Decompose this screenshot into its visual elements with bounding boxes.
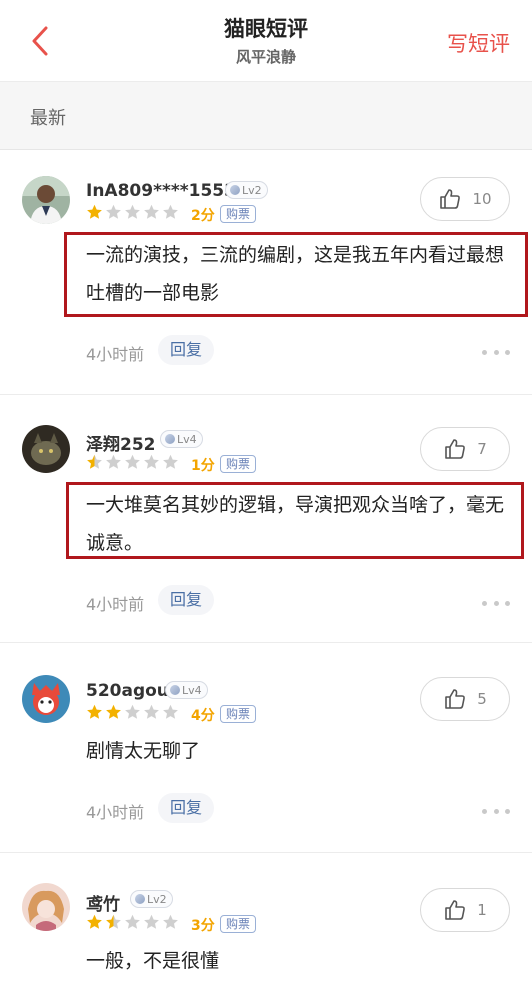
rating-stars (86, 454, 179, 470)
back-button[interactable] (26, 24, 58, 58)
star-icon (125, 204, 140, 219)
more-options-button[interactable] (482, 804, 510, 818)
star-icon (144, 704, 159, 719)
like-count: 7 (477, 440, 487, 458)
star-icon (144, 454, 159, 469)
purchased-tag: 购票 (220, 205, 257, 223)
sort-latest-label[interactable]: 最新 (30, 104, 66, 130)
review-time: 4小时前 (86, 595, 145, 614)
rating-stars (86, 914, 179, 930)
rating-score: 4分 (191, 708, 215, 724)
thumbs-up-icon (445, 439, 466, 459)
level-badge: Lv4 (160, 430, 203, 448)
review-item: 鸢竹 Lv2 3分 购票 1 一般，不是很懂 (0, 853, 532, 1000)
level-badge: Lv2 (130, 890, 173, 908)
star-icon (163, 204, 178, 219)
like-button[interactable]: 7 (420, 427, 510, 471)
avatar[interactable] (22, 425, 70, 473)
thumbs-up-icon (440, 189, 461, 209)
star-icon (163, 914, 178, 929)
star-icon (125, 704, 140, 719)
avatar[interactable] (22, 883, 70, 931)
rating-stars (86, 704, 179, 720)
like-button[interactable]: 1 (420, 888, 510, 932)
purchased-tag: 购票 (220, 915, 257, 933)
purchased-tag: 购票 (220, 705, 257, 723)
level-badge: Lv4 (165, 681, 208, 699)
star-icon (144, 204, 159, 219)
level-icon (135, 894, 145, 904)
review-item: InA809****1553 Lv2 2分 购票 10 一流的演技，三流的编剧，… (0, 150, 532, 395)
star-icon (125, 454, 140, 469)
star-icon (106, 914, 121, 929)
avatar[interactable] (22, 675, 70, 723)
sort-bar: 最新 (0, 82, 532, 150)
reply-button[interactable]: 回复 (158, 585, 214, 615)
thumbs-up-icon (445, 689, 466, 709)
more-options-button[interactable] (482, 345, 510, 359)
thumbs-up-icon (445, 900, 466, 920)
avatar[interactable] (22, 176, 70, 224)
more-options-button[interactable] (482, 596, 510, 610)
username[interactable]: 520agou (86, 681, 169, 701)
level-icon (170, 685, 180, 695)
star-icon (87, 704, 102, 719)
top-bar: 猫眼短评 风平浪静 写短评 (0, 0, 532, 82)
reply-button[interactable]: 回复 (158, 793, 214, 823)
username[interactable]: 鸢竹 (86, 890, 120, 915)
highlight-box (64, 232, 528, 317)
rating-score: 1分 (191, 458, 215, 474)
star-icon (163, 454, 178, 469)
star-icon (87, 454, 102, 469)
level-badge: Lv2 (225, 181, 268, 199)
username[interactable]: 泽翔252 (86, 430, 156, 455)
review-item: 泽翔252 Lv4 1分 购票 7 一大堆莫名其妙的逻辑，导演把观众当啥了，毫无… (0, 395, 532, 643)
review-time: 4小时前 (86, 803, 145, 822)
like-button[interactable]: 5 (420, 677, 510, 721)
review-time: 4小时前 (86, 345, 145, 364)
write-review-button[interactable]: 写短评 (447, 28, 510, 58)
rating-score: 3分 (191, 918, 215, 934)
star-icon (163, 704, 178, 719)
star-icon (87, 204, 102, 219)
username[interactable]: InA809****1553 (86, 181, 236, 201)
highlight-box (66, 482, 524, 559)
star-icon (106, 454, 121, 469)
reply-button[interactable]: 回复 (158, 335, 214, 365)
review-content: 剧情太无聊了 (86, 740, 201, 762)
chevron-left-icon (32, 26, 48, 56)
like-count: 5 (477, 690, 487, 708)
purchased-tag: 购票 (220, 455, 257, 473)
rating-score: 2分 (191, 208, 215, 224)
star-icon (125, 914, 140, 929)
like-count: 10 (472, 190, 492, 208)
star-icon (144, 914, 159, 929)
star-icon (87, 914, 102, 929)
review-item: 520agou Lv4 4分 购票 5 剧情太无聊了 4小时前 回复 (0, 643, 532, 853)
level-icon (165, 434, 175, 444)
level-icon (230, 185, 240, 195)
like-count: 1 (477, 901, 487, 919)
star-icon (106, 704, 121, 719)
rating-stars (86, 204, 179, 220)
like-button[interactable]: 10 (420, 177, 510, 221)
star-icon (106, 204, 121, 219)
review-content: 一般，不是很懂 (86, 950, 220, 972)
